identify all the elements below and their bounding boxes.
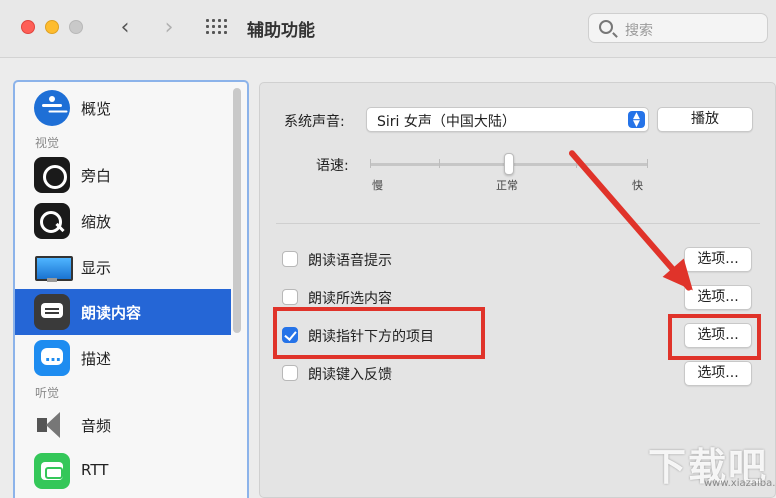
speaking-rate-thumb[interactable] [504,153,514,175]
rate-fast-label: 快 [632,179,643,192]
speak-typing-feedback-checkbox[interactable] [282,365,298,381]
sidebar-item-label: 描述 [81,350,112,368]
audio-icon [34,407,70,443]
sidebar-item-audio[interactable]: 音频 [15,402,231,448]
chevron-updown-icon: ▲ ▼ [628,111,645,129]
sidebar-item-label: RTT [81,461,109,479]
sidebar-item-zoom[interactable]: 缩放 [15,198,231,244]
display-icon [34,249,73,285]
rate-slow-label: 慢 [372,179,383,192]
speak-announcements-checkbox[interactable] [282,251,298,267]
system-voice-label: 系统声音: [284,114,345,130]
sidebar: 概览 视觉 旁白 缩放 显示 朗读内容 描述 听觉 音频 RTT [13,80,249,498]
section-header-hearing: 听觉 [35,386,60,400]
speak-announcements-options-button[interactable]: 选项... [684,247,752,272]
speak-typing-feedback-label: 朗读键入反馈 [308,367,392,383]
speak-typing-feedback-options-button[interactable]: 选项... [684,361,752,386]
highlight-box-checkbox [273,307,485,359]
minimize-window-button[interactable] [45,20,59,34]
accessibility-icon [34,90,70,126]
divider [276,223,760,224]
sidebar-item-rtt[interactable]: RTT [15,448,231,494]
system-voice-select[interactable]: Siri 女声（中国大陆） ▲ ▼ [366,107,649,132]
speak-announcements-label: 朗读语音提示 [308,253,392,269]
sidebar-item-label: 朗读内容 [81,304,142,322]
rtt-icon [34,453,70,489]
show-all-grid-icon[interactable] [206,19,228,37]
sidebar-item-descriptions[interactable]: 描述 [15,335,231,381]
watermark-url: www.xiazaiba.com [704,478,776,489]
title-bar: ‹ › 辅助功能 搜索 [0,0,776,58]
search-field[interactable]: 搜索 [588,13,768,43]
play-button[interactable]: 播放 [657,107,753,132]
speaking-rate-label: 语速: [316,158,349,174]
zoom-icon [34,203,70,239]
rate-normal-label: 正常 [496,179,518,192]
search-icon [599,20,613,34]
voiceover-icon [34,157,70,193]
sidebar-item-voiceover[interactable]: 旁白 [15,152,231,198]
sidebar-item-overview[interactable]: 概览 [15,85,231,131]
sidebar-item-label: 音频 [81,417,112,435]
system-voice-value: Siri 女声（中国大陆） [377,114,516,130]
sidebar-item-label: 概览 [81,100,112,118]
watermark: 下载吧 www.xiazaiba.com [646,436,776,494]
slider-tick [439,159,440,168]
descriptions-icon [34,340,70,376]
window-title: 辅助功能 [247,21,315,41]
sidebar-item-label: 缩放 [81,213,112,231]
sidebar-item-label: 旁白 [81,167,112,185]
search-placeholder: 搜索 [625,23,653,39]
sidebar-scrollbar[interactable] [233,88,241,333]
slider-tick [647,159,648,168]
highlight-box-options-button [668,314,761,360]
spoken-content-icon [34,294,70,330]
sidebar-item-spoken-content[interactable]: 朗读内容 [15,289,231,335]
sidebar-item-display[interactable]: 显示 [15,244,231,290]
speak-selection-label: 朗读所选内容 [308,291,392,307]
zoom-window-button[interactable] [69,20,83,34]
slider-tick [370,159,371,168]
close-window-button[interactable] [21,20,35,34]
speak-selection-checkbox[interactable] [282,289,298,305]
forward-chevron-icon[interactable]: › [156,14,182,42]
sidebar-item-label: 显示 [81,259,112,277]
section-header-vision: 视觉 [35,136,60,150]
back-chevron-icon[interactable]: ‹ [112,14,138,42]
